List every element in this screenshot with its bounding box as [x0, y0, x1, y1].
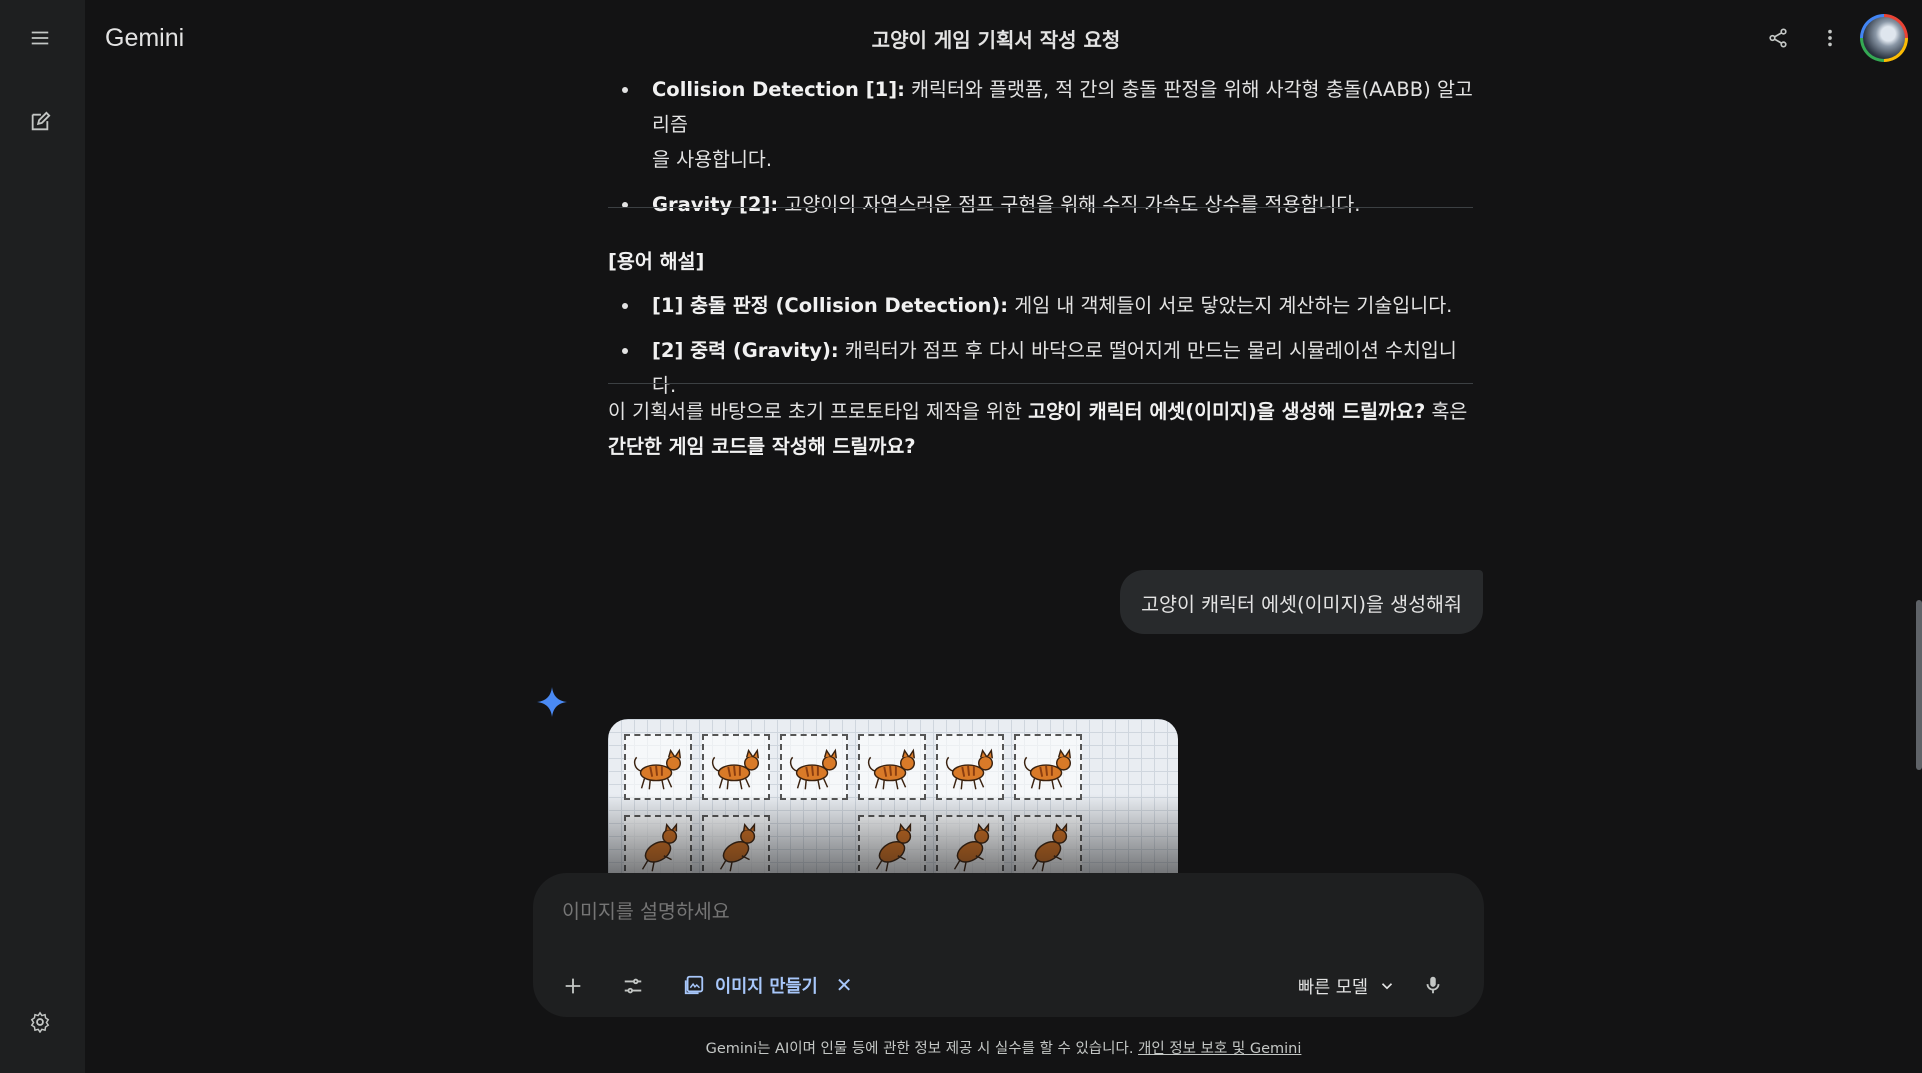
header-actions [0, 10, 1922, 66]
image-create-chip[interactable]: 이미지 만들기 ✕ [673, 965, 862, 1005]
generated-image[interactable] [608, 719, 1178, 874]
chip-label: 이미지 만들기 [715, 976, 818, 997]
tune-icon [624, 978, 642, 994]
gemini-sparkle-icon [537, 687, 567, 717]
list-item: [2] 중력 (Gravity): 캐릭터가 점프 후 다시 바닥으로 떨어지게… [608, 333, 1473, 403]
list-item: Gravity [2]: 고양이의 자연스러운 점프 구현을 위해 수직 가속도… [608, 187, 1473, 222]
glossary-term: [1] 충돌 판정 (Collision Detection): [652, 294, 1009, 317]
mic-icon [1426, 976, 1440, 994]
edit-icon [31, 111, 51, 131]
glossary-list: [1] 충돌 판정 (Collision Detection): 게임 내 객체… [608, 288, 1473, 403]
prompt-input[interactable] [562, 900, 1262, 923]
sidebar [0, 0, 85, 1073]
tools-button[interactable] [613, 966, 653, 1006]
new-chat-button[interactable] [22, 104, 58, 140]
divider [608, 207, 1473, 208]
image-create-icon [684, 975, 704, 995]
plus-icon [565, 978, 581, 994]
more-options-button[interactable] [1810, 18, 1850, 58]
gear-icon [30, 1011, 50, 1033]
share-icon [1769, 28, 1787, 48]
list-item: [1] 충돌 판정 (Collision Detection): 게임 내 객체… [608, 288, 1473, 323]
model-response: Collision Detection [1]: 캐릭터와 플랫폼, 적 간의 … [608, 72, 1473, 222]
scrollbar-thumb[interactable] [1916, 600, 1922, 770]
privacy-link[interactable]: 개인 정보 보호 및 Gemini [1138, 1041, 1301, 1057]
bullet-term: Gravity [2]: [652, 193, 779, 216]
sprite-frame-walk [858, 734, 926, 800]
avatar-image [1863, 17, 1905, 59]
add-button[interactable] [553, 966, 593, 1006]
model-selector[interactable]: 빠른 모델 [1288, 966, 1406, 1006]
footer-disclaimer: Gemini는 AI이며 인물 등에 관한 정보 제공 시 실수를 할 수 있습… [0, 1037, 1922, 1058]
glossary-text: 게임 내 객체들이 서로 닿았는지 계산하는 기술입니다. [1008, 294, 1453, 317]
chevron-down-icon [1381, 983, 1393, 990]
closing-text: 혹은 [1425, 400, 1468, 423]
gemini-app: Gemini 고양이 게임 기획서 작성 요청 Collision Detect… [0, 0, 1922, 1073]
closing-offer-image: 고양이 캐릭터 에셋(이미지)을 생성해 드릴까요? [1028, 400, 1426, 423]
bullet-text-continued: 을 사용합니다. [652, 148, 773, 171]
bullet-term: Collision Detection [1]: [652, 78, 905, 101]
image-fade-overlay [608, 794, 1178, 874]
model-label: 빠른 모델 [1298, 977, 1368, 998]
closing-offer-code: 간단한 게임 코드를 작성해 드릴까요? [608, 435, 916, 458]
list-item: Collision Detection [1]: 캐릭터와 플랫폼, 적 간의 … [608, 72, 1473, 177]
glossary-title: [용어 해설] [608, 250, 705, 273]
settings-button[interactable] [22, 1004, 58, 1040]
more-vert-icon [1828, 29, 1832, 47]
divider [608, 383, 1473, 384]
sprite-frame-walk [936, 734, 1004, 800]
chip-close-button[interactable]: ✕ [836, 973, 853, 997]
prompt-box: 이미지 만들기 ✕ 빠른 모델 [533, 873, 1484, 1017]
mic-button[interactable] [1413, 965, 1453, 1005]
closing-text: 이 기획서를 바탕으로 초기 프로토타입 제작을 위한 [608, 400, 1029, 423]
bullet-text: 고양이의 자연스러운 점프 구현을 위해 수직 가속도 상수를 적용합니다. [778, 193, 1361, 216]
sprite-frame-walk [780, 734, 848, 800]
closing-paragraph: 이 기획서를 바탕으로 초기 프로토타입 제작을 위한 고양이 캐릭터 에셋(이… [608, 394, 1473, 464]
top-bullet-list: Collision Detection [1]: 캐릭터와 플랫폼, 적 간의 … [608, 72, 1473, 222]
sprite-frame-walk [1014, 734, 1082, 800]
glossary-section: [용어 해설] [1] 충돌 판정 (Collision Detection):… [608, 245, 1473, 403]
glossary-term: [2] 중력 (Gravity): [652, 339, 839, 362]
sprite-frame-walk [702, 734, 770, 800]
share-button[interactable] [1758, 18, 1798, 58]
sprite-frame-walk [624, 734, 692, 800]
disclaimer-text: Gemini는 AI이며 인물 등에 관한 정보 제공 시 실수를 할 수 있습… [705, 1041, 1139, 1057]
avatar[interactable] [1860, 14, 1908, 62]
user-message-bubble: 고양이 캐릭터 에셋(이미지)을 생성해줘 [1120, 570, 1483, 634]
